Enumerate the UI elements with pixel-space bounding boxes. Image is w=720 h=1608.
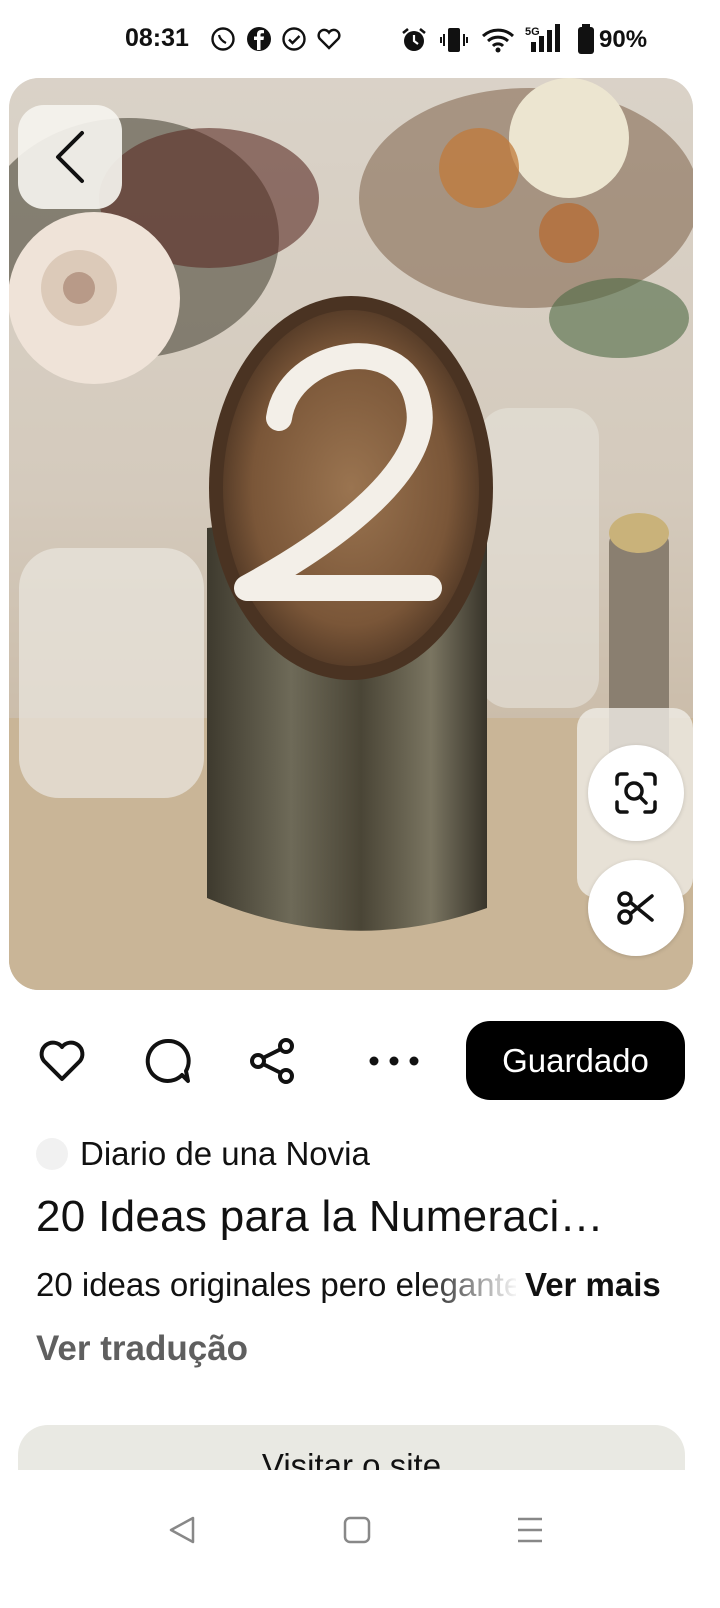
- see-more-link[interactable]: Ver mais: [525, 1266, 661, 1304]
- like-button[interactable]: [34, 1020, 90, 1102]
- nav-recents-button[interactable]: [500, 1500, 560, 1560]
- nav-home-button[interactable]: [327, 1500, 387, 1560]
- system-nav-bar: [0, 1470, 720, 1608]
- cutout-button[interactable]: [588, 860, 684, 956]
- alarm-icon: [402, 27, 426, 51]
- share-icon: [250, 1038, 294, 1084]
- lens-search-icon: [615, 772, 657, 814]
- battery-percent: 90%: [599, 26, 648, 53]
- source-row[interactable]: Diario de una Novia: [36, 1132, 370, 1176]
- more-button[interactable]: [364, 1020, 424, 1102]
- chevron-left-icon: [56, 131, 84, 183]
- scissors-icon: [617, 891, 654, 925]
- status-bar: 08:31 5G 90%: [0, 0, 720, 80]
- signal-5g-icon: 5G: [525, 24, 560, 52]
- battery-icon: [578, 24, 594, 54]
- saved-button[interactable]: Guardado: [466, 1021, 685, 1100]
- pin-title: 20 Ideas para la Numeraci…: [36, 1192, 604, 1241]
- description-fade: [420, 1262, 520, 1310]
- pin-image[interactable]: [9, 78, 693, 990]
- svg-text:5G: 5G: [525, 26, 540, 38]
- heart-icon: [39, 1040, 85, 1081]
- pin-photo: [9, 78, 693, 990]
- clock: 08:31: [125, 24, 189, 52]
- vibrate-icon: [440, 28, 468, 52]
- share-button[interactable]: [244, 1020, 300, 1102]
- whatsapp-icon: [211, 27, 235, 51]
- home-square-icon: [343, 1516, 371, 1544]
- back-triangle-icon: [169, 1516, 195, 1544]
- heart-outline-icon: [317, 28, 341, 50]
- comment-button[interactable]: [140, 1020, 196, 1102]
- back-button[interactable]: [18, 105, 122, 209]
- source-avatar: [36, 1138, 68, 1170]
- nav-back-button[interactable]: [152, 1500, 212, 1560]
- menu-lines-icon: [518, 1517, 542, 1543]
- source-name: Diario de una Novia: [80, 1135, 370, 1172]
- more-icon: [369, 1056, 419, 1066]
- translate-link[interactable]: Ver tradução: [36, 1329, 248, 1369]
- check-circle-icon: [282, 27, 306, 51]
- visual-search-button[interactable]: [588, 745, 684, 841]
- wifi-icon: [481, 28, 515, 53]
- comment-icon: [145, 1038, 191, 1083]
- facebook-icon: [247, 27, 271, 51]
